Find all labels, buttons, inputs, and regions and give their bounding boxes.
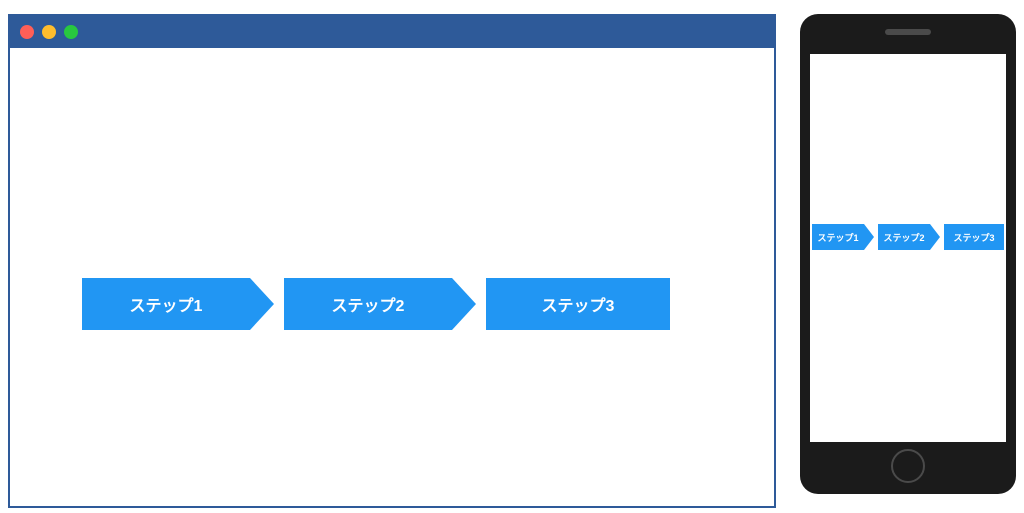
maximize-icon[interactable] (64, 25, 78, 39)
step-label: ステップ1 (812, 224, 864, 250)
chevron-right-icon (930, 224, 940, 250)
step-3: ステップ3 (944, 224, 1004, 250)
minimize-icon[interactable] (42, 25, 56, 39)
step-label: ステップ3 (944, 224, 1004, 250)
chevron-right-icon (452, 278, 476, 330)
pc-browser-window: ステップ1 ステップ2 ステップ3 (8, 14, 776, 508)
step-1: ステップ1 (82, 278, 266, 330)
step-2: ステップ2 (284, 278, 468, 330)
step-label: ステップ1 (82, 278, 250, 330)
chevron-right-icon (864, 224, 874, 250)
pc-body: ステップ1 ステップ2 ステップ3 (10, 48, 774, 506)
step-indicator-pc: ステップ1 ステップ2 ステップ3 (82, 278, 670, 330)
step-label: ステップ3 (486, 278, 670, 330)
pc-titlebar (10, 16, 774, 48)
step-1: ステップ1 (812, 224, 872, 250)
step-indicator-sp: ステップ1 ステップ2 ステップ3 (812, 224, 1004, 250)
smartphone-frame: ステップ1 ステップ2 ステップ3 (800, 14, 1016, 494)
step-3: ステップ3 (486, 278, 670, 330)
close-icon[interactable] (20, 25, 34, 39)
step-label: ステップ2 (878, 224, 930, 250)
step-label: ステップ2 (284, 278, 452, 330)
step-2: ステップ2 (878, 224, 938, 250)
chevron-right-icon (250, 278, 274, 330)
